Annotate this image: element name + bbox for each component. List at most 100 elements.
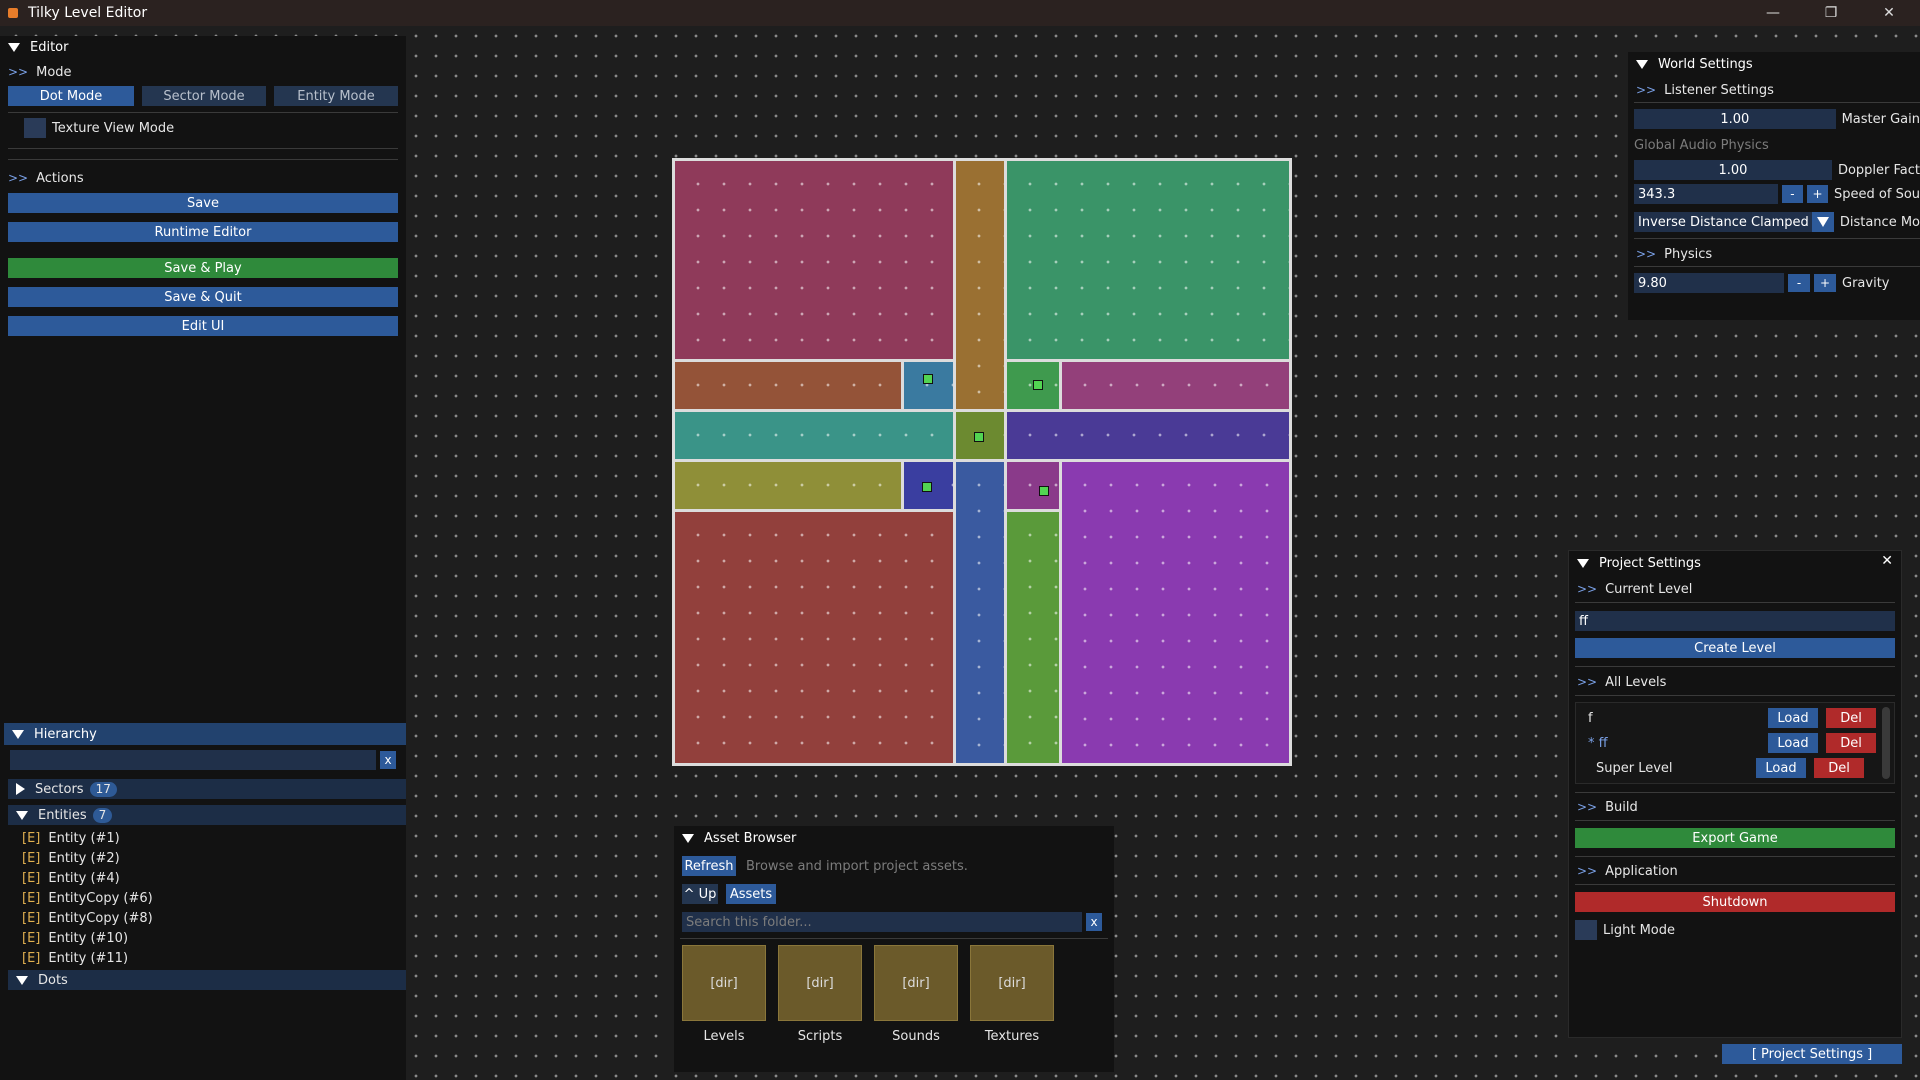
export-game-button[interactable]: Export Game — [1575, 828, 1895, 848]
light-mode-checkbox[interactable] — [1575, 920, 1597, 940]
current-level-input[interactable]: ff — [1575, 611, 1895, 631]
collapse-triangle-icon — [1577, 558, 1589, 568]
restore-icon[interactable]: ❐ — [1802, 0, 1860, 26]
asset-browser-header[interactable]: Asset Browser — [674, 828, 1114, 848]
asset-browser-panel: Asset Browser Refresh Browse and import … — [674, 826, 1114, 1072]
editor-header[interactable]: Editor — [0, 37, 406, 57]
sector[interactable] — [1004, 509, 1062, 766]
entity-marker[interactable] — [1039, 486, 1049, 496]
doppler-factor-slider[interactable]: 1.00 — [1634, 160, 1832, 180]
load-level-button[interactable]: Load — [1756, 758, 1806, 778]
sector[interactable] — [672, 459, 904, 512]
list-item[interactable]: [E] Entity (#4) — [0, 868, 406, 888]
sector-mode-button[interactable]: Sector Mode — [142, 86, 266, 106]
delete-level-button[interactable]: Del — [1826, 733, 1876, 753]
edit-ui-button[interactable]: Edit UI — [8, 316, 398, 336]
section-arrow-icon: >> — [1577, 800, 1598, 814]
sector[interactable] — [1004, 158, 1292, 362]
folder-tile-scripts[interactable]: [dir] — [778, 945, 862, 1021]
sector[interactable] — [1004, 459, 1062, 512]
master-gain-slider[interactable]: 1.00 — [1634, 109, 1836, 129]
save-button[interactable]: Save — [8, 193, 398, 213]
project-settings-header[interactable]: Project Settings ✕ — [1569, 553, 1901, 573]
dots-node[interactable]: Dots — [8, 970, 406, 990]
section-arrow-icon: >> — [8, 65, 29, 79]
hierarchy-header[interactable]: Hierarchy — [4, 723, 406, 745]
hierarchy-search-clear-button[interactable]: x — [380, 751, 396, 769]
close-icon[interactable]: ✕ — [1860, 0, 1918, 26]
delete-level-button[interactable]: Del — [1814, 758, 1864, 778]
load-level-button[interactable]: Load — [1768, 733, 1818, 753]
list-item[interactable]: [E] Entity (#10) — [0, 928, 406, 948]
speed-increment-button[interactable]: + — [1806, 185, 1829, 203]
physics-section: >> Physics — [1636, 246, 1713, 262]
sector[interactable] — [1059, 459, 1292, 766]
folder-tile-levels[interactable]: [dir] — [682, 945, 766, 1021]
sector[interactable] — [672, 359, 904, 412]
sector[interactable] — [1059, 359, 1292, 412]
actions-section: >> Actions — [0, 168, 406, 188]
entity-marker[interactable] — [1033, 380, 1043, 390]
gravity-decrement-button[interactable]: - — [1788, 274, 1810, 292]
sector[interactable] — [672, 158, 956, 362]
shutdown-button[interactable]: Shutdown — [1575, 892, 1895, 912]
distance-model-select[interactable]: Inverse Distance Clamped — [1634, 212, 1813, 232]
listener-section: >> Listener Settings — [1636, 82, 1774, 98]
list-item[interactable]: [E] Entity (#11) — [0, 948, 406, 968]
refresh-button[interactable]: Refresh — [682, 856, 736, 876]
breadcrumb-assets[interactable]: Assets — [726, 884, 776, 904]
speed-decrement-button[interactable]: - — [1781, 185, 1803, 203]
up-button[interactable]: ^ Up — [682, 884, 718, 904]
entity-mode-button[interactable]: Entity Mode — [274, 86, 398, 106]
chevron-down-icon[interactable] — [1812, 212, 1834, 232]
list-item[interactable]: [E] Entity (#2) — [0, 848, 406, 868]
window-title: Tilky Level Editor — [28, 5, 148, 21]
entity-marker[interactable] — [974, 432, 984, 442]
levels-scrollbar[interactable] — [1882, 707, 1890, 779]
sector[interactable] — [953, 459, 1007, 766]
entities-node[interactable]: Entities 7 — [8, 805, 406, 825]
sectors-count-badge: 17 — [89, 781, 117, 797]
list-item[interactable]: * ff Load Del — [1576, 732, 1876, 754]
expand-triangle-icon — [16, 783, 25, 795]
mode-label: Mode — [36, 64, 72, 80]
folder-tile-sounds[interactable]: [dir] — [874, 945, 958, 1021]
save-and-quit-button[interactable]: Save & Quit — [8, 287, 398, 307]
entity-marker[interactable] — [923, 374, 933, 384]
list-item[interactable]: Super Level Load Del — [1576, 757, 1876, 779]
minimize-icon[interactable]: — — [1744, 0, 1802, 26]
sector[interactable] — [901, 359, 956, 412]
close-icon[interactable]: ✕ — [1881, 553, 1893, 569]
world-settings-header[interactable]: World Settings — [1628, 54, 1920, 74]
section-arrow-icon: >> — [1577, 864, 1598, 878]
sector[interactable] — [1004, 409, 1292, 462]
asset-search-input[interactable]: Search this folder... — [682, 912, 1082, 932]
folder-tile-textures[interactable]: [dir] — [970, 945, 1054, 1021]
save-and-play-button[interactable]: Save & Play — [8, 258, 398, 278]
sectors-node[interactable]: Sectors 17 — [8, 779, 406, 799]
list-item[interactable]: f Load Del — [1576, 707, 1876, 729]
runtime-editor-button[interactable]: Runtime Editor — [8, 222, 398, 242]
delete-level-button[interactable]: Del — [1826, 708, 1876, 728]
asset-search-clear-button[interactable]: x — [1086, 913, 1102, 931]
gravity-input[interactable]: 9.80 — [1634, 273, 1784, 293]
dot-mode-button[interactable]: Dot Mode — [8, 86, 134, 106]
level-viewport[interactable] — [672, 158, 1292, 766]
section-arrow-icon: >> — [1636, 83, 1657, 97]
folder-label: Textures — [984, 1029, 1040, 1044]
sector[interactable] — [672, 409, 956, 462]
sector[interactable] — [953, 158, 1007, 412]
list-item[interactable]: [E] Entity (#1) — [0, 828, 406, 848]
project-settings-toggle-button[interactable]: [ Project Settings ] — [1722, 1044, 1902, 1064]
hierarchy-search-input[interactable] — [10, 750, 376, 770]
texture-view-checkbox[interactable] — [24, 118, 46, 138]
section-arrow-icon: >> — [8, 171, 29, 185]
load-level-button[interactable]: Load — [1768, 708, 1818, 728]
sector[interactable] — [672, 509, 956, 766]
list-item[interactable]: [E] EntityCopy (#8) — [0, 908, 406, 928]
list-item[interactable]: [E] EntityCopy (#6) — [0, 888, 406, 908]
gravity-increment-button[interactable]: + — [1814, 274, 1836, 292]
entity-marker[interactable] — [922, 482, 932, 492]
speed-of-sound-input[interactable]: 343.3 — [1634, 184, 1778, 204]
create-level-button[interactable]: Create Level — [1575, 638, 1895, 658]
